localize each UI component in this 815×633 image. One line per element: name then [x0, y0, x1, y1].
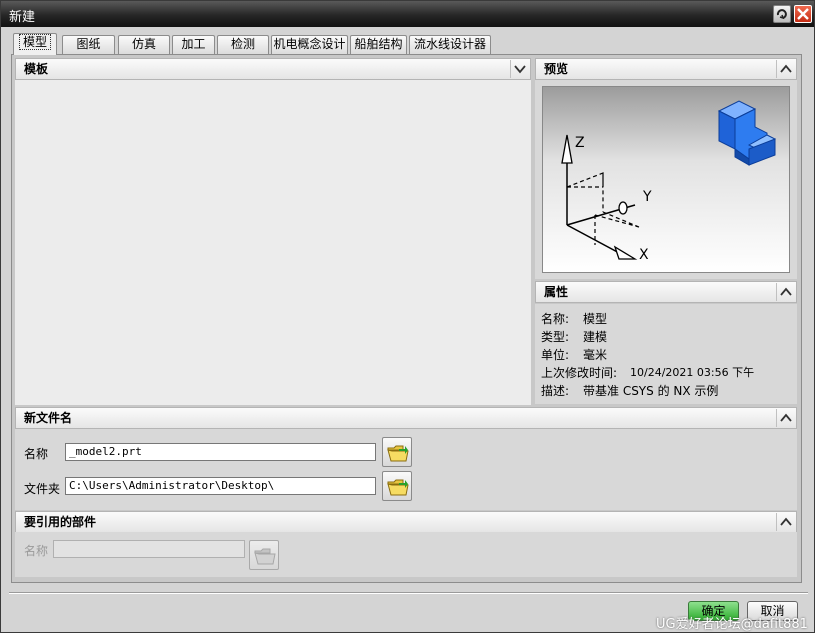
preview-section-title: 预览	[544, 62, 569, 76]
referenced-name-input[interactable]	[53, 540, 245, 558]
property-value: 建模	[583, 330, 608, 344]
referenced-parts-panel: 名称	[15, 532, 797, 577]
tab-mechatronics[interactable]: 机电概念设计	[271, 35, 348, 54]
new-file-section-header[interactable]: 新文件名	[15, 407, 797, 429]
chevron-up-icon	[780, 517, 792, 526]
referenced-parts-section-header[interactable]: 要引用的部件	[15, 511, 797, 533]
property-row: 上次修改时间: 10/24/2021 03:56 下午	[541, 364, 754, 381]
folder-label: 文件夹	[24, 482, 61, 496]
property-row: 单位: 毫米	[541, 346, 607, 363]
chevron-down-icon	[514, 65, 526, 74]
new-file-panel: 名称 _model2.prt 文件夹 C:\Users\Administrato…	[15, 429, 797, 510]
new-file-section-title: 新文件名	[24, 411, 73, 425]
properties-collapse-button[interactable]	[776, 283, 794, 301]
tab-drawing[interactable]: 图纸	[62, 35, 115, 54]
property-value: 带基准 CSYS 的 NX 示例	[583, 384, 719, 398]
folder-input[interactable]: C:\Users\Administrator\Desktop\	[65, 477, 376, 495]
referenced-browse-button[interactable]	[249, 540, 279, 570]
close-icon	[797, 8, 809, 20]
tab-manufacturing[interactable]: 加工	[172, 35, 215, 54]
help-button[interactable]	[773, 5, 791, 23]
preview-image: Z Y X	[542, 86, 790, 273]
properties-section-header[interactable]: 属性	[535, 281, 797, 303]
z-axis-label: Z	[575, 135, 585, 151]
3d-part-icon	[717, 100, 777, 166]
open-folder-icon	[387, 445, 409, 462]
folder-browse-button[interactable]	[382, 471, 412, 501]
open-folder-icon	[387, 479, 409, 496]
referenced-parts-section-title: 要引用的部件	[24, 515, 97, 529]
new-file-dialog: 新建 模型 图纸 仿真 加工 检测 机电概念设计 船舶结构 流水线设计器 模板	[0, 0, 815, 633]
title-bar[interactable]: 新建	[1, 1, 814, 27]
referenced-name-label: 名称	[24, 544, 49, 558]
chevron-up-icon	[780, 413, 792, 422]
window-title: 新建	[9, 10, 36, 25]
properties-list: 名称: 模型 类型: 建模 单位: 毫米 上次修改时间: 10/24/2021 …	[535, 304, 797, 404]
tab-inspection[interactable]: 检测	[217, 35, 269, 54]
properties-section-title: 属性	[544, 285, 569, 299]
watermark-text: UG爱好者论坛@dafit881	[656, 617, 808, 632]
property-key: 单位:	[541, 348, 570, 362]
tab-line-designer[interactable]: 流水线设计器	[409, 35, 491, 54]
referenced-parts-collapse-button[interactable]	[776, 513, 794, 531]
close-button[interactable]	[794, 5, 812, 23]
csys-preview-graphic: Z Y X	[561, 100, 777, 263]
property-value: 10/24/2021 03:56 下午	[630, 366, 755, 379]
help-icon	[776, 9, 787, 20]
property-key: 名称:	[541, 312, 570, 326]
template-section-header[interactable]: 模板	[15, 58, 531, 80]
tab-ship-structure[interactable]: 船舶结构	[350, 35, 407, 54]
tab-simulation[interactable]: 仿真	[118, 35, 170, 54]
y-axis-label: Y	[642, 189, 652, 205]
preview-collapse-button[interactable]	[776, 60, 794, 78]
template-section-title: 模板	[24, 62, 49, 76]
x-axis-label: X	[639, 247, 649, 263]
preview-section-header[interactable]: 预览	[535, 58, 797, 80]
chevron-up-icon	[780, 287, 792, 296]
property-key: 上次修改时间:	[541, 366, 618, 380]
property-value: 毫米	[583, 348, 608, 362]
name-label: 名称	[24, 447, 49, 461]
template-list[interactable]	[15, 80, 531, 405]
tab-model[interactable]: 模型	[13, 33, 57, 55]
property-key: 类型:	[541, 330, 570, 344]
property-row: 描述: 带基准 CSYS 的 NX 示例	[541, 382, 718, 399]
chevron-up-icon	[780, 64, 792, 73]
open-folder-icon	[254, 548, 276, 565]
new-file-collapse-button[interactable]	[776, 409, 794, 427]
footer-separator	[9, 592, 808, 594]
property-row: 名称: 模型	[541, 310, 607, 327]
template-collapse-button[interactable]	[510, 60, 528, 78]
property-row: 类型: 建模	[541, 328, 607, 345]
property-value: 模型	[583, 312, 608, 326]
name-input[interactable]: _model2.prt	[65, 443, 376, 461]
name-browse-button[interactable]	[382, 437, 412, 467]
property-key: 描述:	[541, 384, 570, 398]
